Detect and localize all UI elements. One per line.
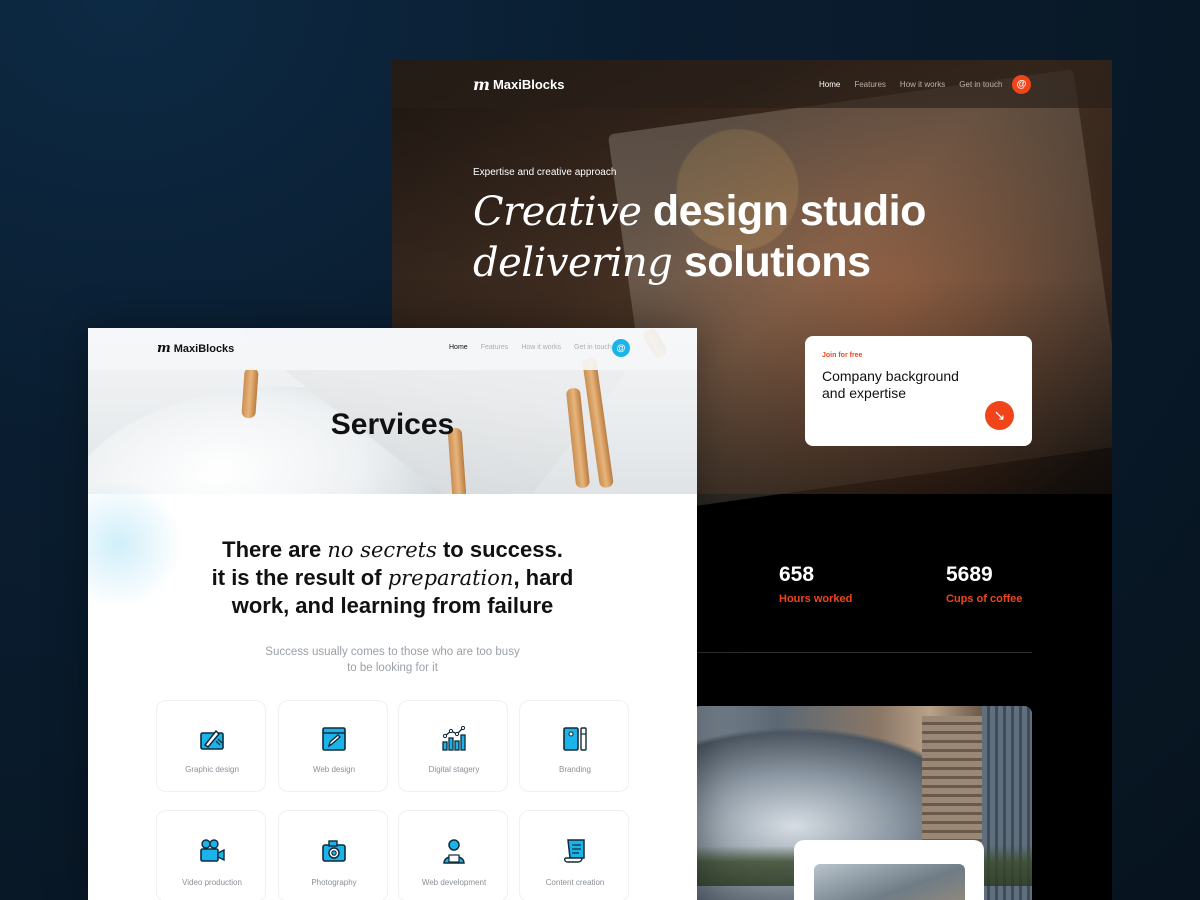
light-page-preview: m MaxiBlocks Home Features How it works … (88, 328, 697, 900)
service-label: Branding (558, 765, 592, 774)
branding-icon (563, 727, 587, 751)
arrow-down-right-icon[interactable]: ↘ (985, 401, 1014, 430)
join-label: Join for free (822, 352, 863, 359)
headline-italic: no secrets (327, 538, 437, 562)
hero-title-bold-1: design studio (652, 187, 927, 235)
light-logo[interactable]: m MaxiBlocks (157, 341, 234, 356)
dark-navbar: m MaxiBlocks Home Features How it works … (392, 60, 1112, 108)
nav-get-in-touch[interactable]: Get in touch (574, 344, 612, 351)
nav-home[interactable]: Home (819, 80, 840, 89)
service-label: Digital stagery (428, 765, 480, 774)
service-card-photography[interactable]: Photography (278, 810, 388, 900)
headline-italic: preparation (387, 566, 514, 590)
service-label: Video production (182, 878, 242, 887)
headline-text: work, and learning from failure (231, 593, 554, 618)
services-section: There are no secrets to success. it is t… (88, 484, 697, 900)
service-card-graphic-design[interactable]: Graphic design (156, 700, 266, 792)
service-label: Web design (312, 765, 356, 774)
nav-features[interactable]: Features (854, 80, 886, 89)
photo-card[interactable] (794, 840, 984, 900)
developer-icon (443, 839, 465, 864)
service-card-digital-stagery[interactable]: Digital stagery (398, 700, 508, 792)
headline-text: , hard (513, 565, 574, 590)
service-card-content-creation[interactable]: Content creation (519, 810, 629, 900)
section-headline: There are no secrets to success. it is t… (88, 536, 697, 620)
web-design-icon (322, 727, 346, 751)
headline-text: to success. (442, 537, 563, 562)
nav-home[interactable]: Home (449, 344, 468, 351)
nav-how-it-works[interactable]: How it works (521, 344, 561, 351)
section-subline: Success usually comes to those who are t… (265, 646, 520, 674)
stat-value: 658 (779, 563, 815, 586)
brand-name: MaxiBlocks (492, 76, 565, 92)
join-title: Company background and expertise (822, 368, 959, 401)
dark-nav-menu: Home Features How it works Get in touch (819, 80, 1002, 89)
join-card[interactable]: Join for free Company background and exp… (805, 336, 1032, 446)
hero-title-italic-1: Creative (473, 189, 642, 235)
service-card-branding[interactable]: Branding (519, 700, 629, 792)
nav-get-in-touch[interactable]: Get in touch (959, 80, 1002, 89)
service-label: Graphic design (185, 765, 239, 774)
maxiblocks-logo-icon: m (157, 341, 171, 356)
page-title: Services (330, 408, 455, 441)
camera-icon (322, 840, 346, 862)
video-camera-icon (200, 839, 225, 862)
nav-how-it-works[interactable]: How it works (900, 80, 945, 89)
stat-label: Hours worked (779, 593, 853, 605)
at-sign-icon[interactable]: @ (612, 339, 630, 357)
bar-chart-icon (442, 725, 466, 751)
service-card-video-production[interactable]: Video production (156, 810, 266, 900)
graphic-design-icon (200, 729, 224, 750)
stat-coffee: 5689 Cups of coffee (946, 563, 1022, 605)
stat-hours: 658 Hours worked (779, 563, 852, 605)
light-navbar: m MaxiBlocks Home Features How it works … (88, 328, 697, 370)
light-nav-menu: Home Features How it works Get in touch (449, 344, 612, 351)
hero-text: Expertise and creative approach Creative… (473, 167, 926, 288)
service-label: Content creation (545, 878, 605, 887)
scroll-icon (564, 839, 585, 863)
service-label: Photography (311, 878, 357, 887)
photo-card-image (814, 864, 965, 900)
at-sign-icon[interactable]: @ (1012, 75, 1031, 94)
dark-logo[interactable]: m MaxiBlocks (473, 75, 564, 94)
stat-value: 5689 (946, 563, 993, 586)
hero-title-bold-2: solutions (683, 238, 871, 286)
headline-text: it is the result of (211, 565, 382, 590)
divider (692, 652, 1032, 653)
brand-name: MaxiBlocks (173, 342, 235, 355)
hero-kicker: Expertise and creative approach (473, 167, 617, 178)
hero-title-italic-2: delivering (473, 240, 673, 286)
stat-label: Cups of coffee (946, 593, 1023, 605)
maxiblocks-logo-icon: m (473, 74, 490, 94)
headline-text: There are (222, 537, 322, 562)
hero-title: Creative design studio delivering soluti… (473, 186, 926, 288)
service-card-web-development[interactable]: Web development (398, 810, 508, 900)
nav-features[interactable]: Features (481, 344, 509, 351)
service-label: Web development (421, 878, 487, 887)
service-card-web-design[interactable]: Web design (278, 700, 388, 792)
